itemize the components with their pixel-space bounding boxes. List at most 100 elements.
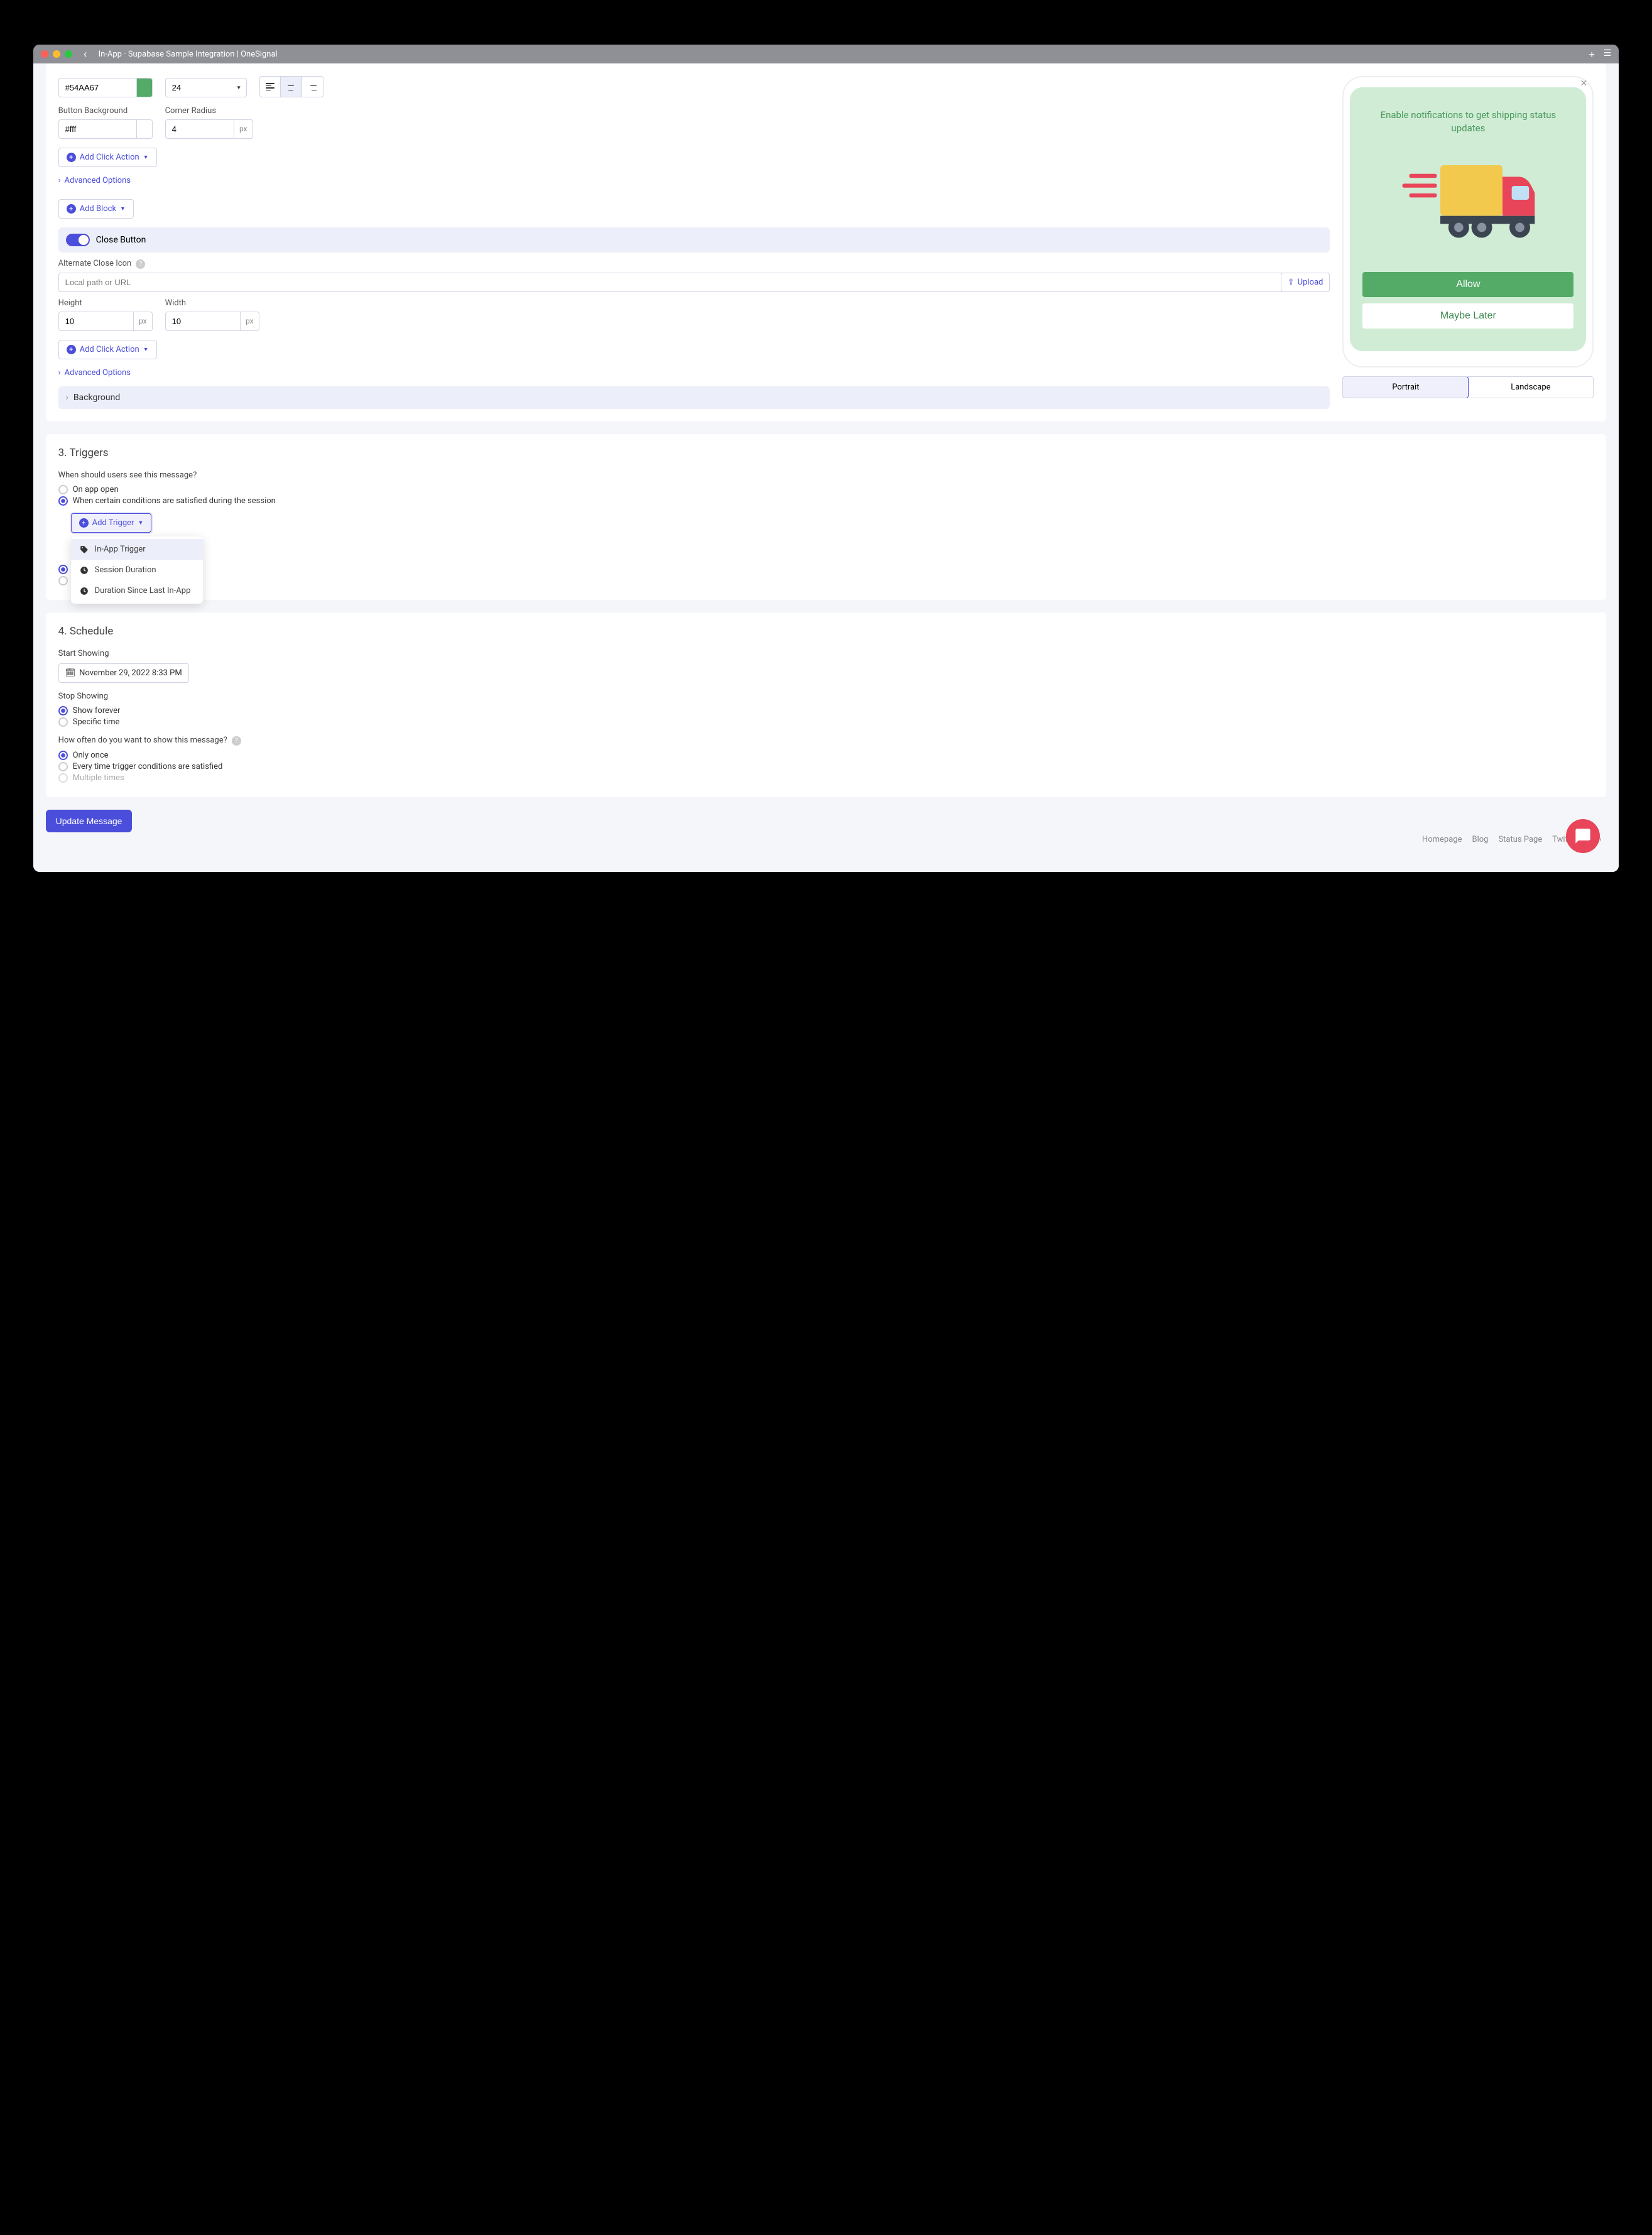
corner-radius-label: Corner Radius [165, 106, 253, 116]
add-click-action-button-2[interactable]: + Add Click Action ▼ [58, 340, 157, 359]
add-click-action-label: Add Click Action [80, 153, 139, 162]
button-bg-label: Button Background [58, 106, 153, 116]
upload-button[interactable]: ⇪ Upload [1281, 273, 1330, 292]
unit-px: px [134, 312, 153, 331]
add-trigger-button[interactable]: + Add Trigger ▼ [71, 513, 152, 533]
add-block-button[interactable]: + Add Block ▼ [58, 199, 134, 219]
caret-down-icon: ▼ [138, 519, 143, 526]
plus-circle-icon: + [67, 345, 76, 354]
add-click-action-label: Add Click Action [80, 345, 139, 354]
start-showing-label: Start Showing [58, 649, 1594, 658]
radio-specific-time[interactable]: Specific time [58, 717, 1594, 727]
update-message-button[interactable]: Update Message [46, 810, 133, 832]
upload-icon: ⇪ [1288, 278, 1295, 287]
radio-label: Only once [73, 751, 109, 760]
width-label: Width [165, 298, 259, 308]
radio-dismiss-until[interactable]: Show until dismissed [58, 565, 1594, 574]
schedule-card: 4. Schedule Start Showing 🗓 November 29,… [46, 612, 1607, 797]
close-button-label: Close Button [96, 235, 146, 245]
add-trigger-label: Add Trigger [92, 518, 134, 528]
font-size-select[interactable]: 24 [165, 78, 247, 97]
when-see-label: When should users see this message? [58, 470, 1594, 480]
triggers-title: 3. Triggers [58, 447, 1594, 459]
caret-down-icon: ▼ [143, 346, 149, 353]
menu-in-app-trigger[interactable]: In-App Trigger [71, 539, 203, 560]
radio-dismiss-after[interactable]: ne [58, 576, 1594, 585]
align-right-button[interactable] [302, 76, 323, 97]
align-left-button[interactable] [259, 76, 281, 97]
menu-icon[interactable]: ☰ [1604, 48, 1612, 60]
preview-later-button[interactable]: Maybe Later [1362, 303, 1573, 329]
align-center-button[interactable] [281, 76, 302, 97]
radio-icon [58, 717, 68, 727]
radio-label: Specific time [73, 717, 120, 727]
height-input[interactable] [58, 312, 134, 331]
how-often-label: How often do you want to show this messa… [58, 736, 1594, 746]
upload-label: Upload [1298, 278, 1323, 287]
preview-message: Enable notifications to get shipping sta… [1375, 109, 1561, 135]
corner-radius-input[interactable] [165, 119, 234, 139]
help-icon[interactable]: ? [232, 736, 241, 746]
advanced-options-toggle[interactable]: › Advanced Options [58, 176, 131, 185]
trigger-dropdown: In-App Trigger Session Duration Duration… [71, 536, 203, 604]
radio-on-app-open[interactable]: On app open [58, 485, 1594, 494]
color-swatch[interactable] [137, 78, 152, 97]
tab-portrait[interactable]: Portrait [1342, 376, 1469, 398]
radio-icon [58, 706, 68, 715]
schedule-title: 4. Schedule [58, 625, 1594, 638]
add-click-action-button[interactable]: + Add Click Action ▼ [58, 148, 157, 167]
unit-px: px [234, 119, 253, 139]
menu-label: Duration Since Last In-App [95, 586, 191, 595]
titlebar: ‹ In-App · Supabase Sample Integration |… [33, 45, 1619, 63]
radio-icon [58, 576, 68, 585]
chevron-right-icon: › [66, 393, 68, 403]
background-accordion[interactable]: › Background [58, 386, 1330, 409]
footer-homepage[interactable]: Homepage [1422, 835, 1462, 844]
add-tab-icon[interactable]: + [1589, 48, 1595, 60]
plus-circle-icon: + [67, 204, 76, 214]
chevron-right-icon: › [58, 368, 61, 378]
close-button-switch[interactable] [66, 234, 90, 246]
text-align-group [259, 76, 323, 97]
footer-blog[interactable]: Blog [1472, 835, 1488, 844]
add-block-label: Add Block [80, 204, 116, 214]
alt-close-icon-label: Alternate Close Icon ? [58, 259, 1330, 269]
preview-allow-button[interactable]: Allow [1362, 272, 1573, 297]
menu-duration-since[interactable]: Duration Since Last In-App [71, 580, 203, 601]
close-window-button[interactable] [41, 50, 48, 58]
phone-preview: ✕ Enable notifications to get shipping s… [1342, 76, 1594, 367]
radio-only-once[interactable]: Only once [58, 751, 1594, 760]
advanced-options-toggle-2[interactable]: › Advanced Options [58, 368, 131, 378]
tab-landscape[interactable]: Landscape [1468, 377, 1593, 398]
radio-on-conditions[interactable]: When certain conditions are satisfied du… [58, 496, 1594, 506]
stop-showing-label: Stop Showing [58, 692, 1594, 701]
radio-every-time[interactable]: Every time trigger conditions are satisf… [58, 762, 1594, 771]
help-icon[interactable]: ? [136, 259, 145, 269]
button-bg-input[interactable] [58, 119, 138, 139]
start-date-picker[interactable]: 🗓 November 29, 2022 8:33 PM [58, 663, 189, 683]
bg-swatch[interactable] [137, 119, 152, 139]
window-controls [41, 50, 72, 58]
menu-session-duration[interactable]: Session Duration [71, 560, 203, 580]
minimize-window-button[interactable] [53, 50, 60, 58]
radio-show-forever[interactable]: Show forever [58, 706, 1594, 715]
preview-close-icon: ✕ [1580, 79, 1588, 89]
caret-down-icon: ▼ [120, 205, 126, 212]
text-color-input[interactable] [58, 78, 138, 97]
radio-multiple-times[interactable]: Multiple times [58, 773, 1594, 783]
radio-icon [58, 496, 68, 506]
radio-label: Multiple times [73, 773, 124, 783]
unit-px: px [241, 312, 259, 331]
plus-circle-icon: + [79, 518, 89, 528]
plus-circle-icon: + [67, 153, 76, 162]
footer-links: Homepage Blog Status Page Twitter Career… [46, 832, 1607, 859]
radio-icon [58, 751, 68, 760]
tag-icon [80, 545, 89, 554]
alt-close-icon-input[interactable] [58, 273, 1284, 292]
width-input[interactable] [165, 312, 241, 331]
footer-status[interactable]: Status Page [1498, 835, 1542, 844]
back-button[interactable]: ‹ [79, 48, 92, 61]
radio-label: On app open [73, 485, 119, 494]
maximize-window-button[interactable] [65, 50, 72, 58]
truck-icon [1399, 153, 1537, 247]
